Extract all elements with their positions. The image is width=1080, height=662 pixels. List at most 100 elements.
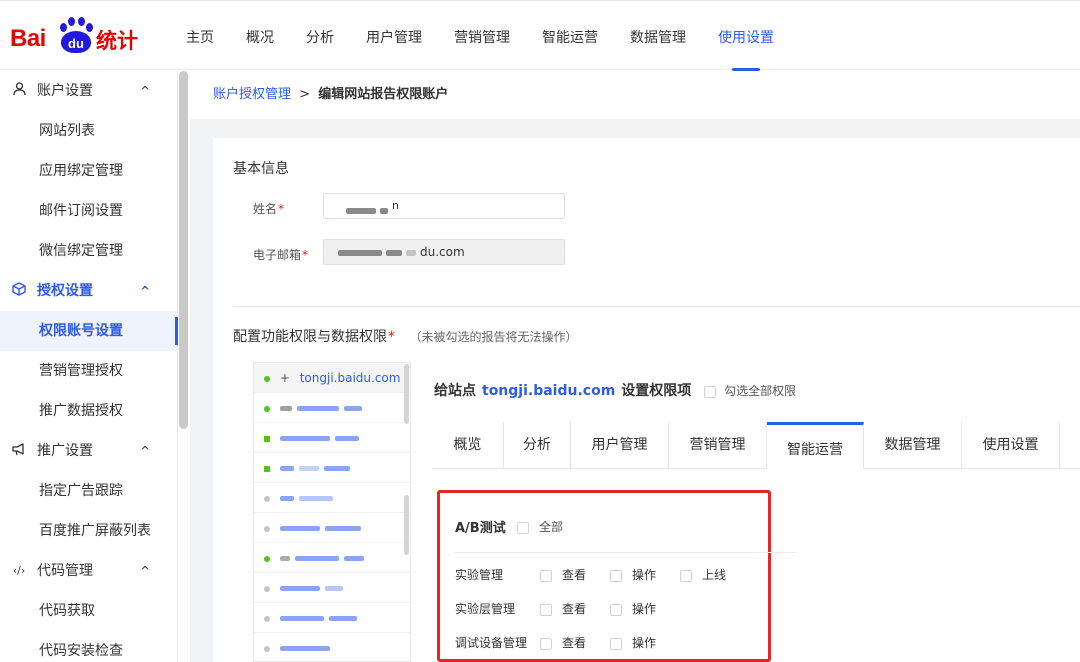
sidebar: 账户设置 ^ 网站列表 应用绑定管理 邮件订阅设置 微信绑定管理 授权设置 ^ … bbox=[0, 71, 178, 662]
site-list-item[interactable] bbox=[254, 483, 410, 513]
ab-test-section-title: A/B测试 bbox=[455, 521, 506, 536]
sidebar-group-promotion-settings[interactable]: 推广设置 ^ bbox=[0, 431, 177, 471]
checkbox[interactable] bbox=[540, 637, 552, 650]
perm-option-operate[interactable]: 操作 bbox=[610, 566, 656, 583]
ab-test-select-all[interactable]: 全部 bbox=[517, 518, 563, 535]
redacted-text bbox=[324, 586, 343, 591]
nav-settings[interactable]: 使用设置 bbox=[718, 1, 774, 71]
tab-analysis[interactable]: 分析 bbox=[504, 422, 571, 468]
checkbox[interactable] bbox=[610, 569, 622, 582]
tab-smart-operations[interactable]: 智能运营 bbox=[767, 422, 864, 469]
panel-prefix: 给站点 bbox=[434, 383, 476, 399]
status-dot-icon bbox=[264, 375, 270, 382]
redacted-text bbox=[380, 207, 388, 214]
check-all-permissions[interactable]: 勾选全部权限 bbox=[704, 384, 796, 398]
main-menu: 主页 概况 分析 用户管理 营销管理 智能运营 数据管理 使用设置 bbox=[186, 1, 806, 71]
checkbox[interactable] bbox=[680, 569, 692, 582]
nav-overview[interactable]: 概况 bbox=[246, 1, 274, 71]
perm-option-view[interactable]: 查看 bbox=[540, 634, 586, 651]
sidebar-item-app-binding[interactable]: 应用绑定管理 bbox=[0, 151, 177, 191]
redacted-text bbox=[346, 207, 376, 214]
status-dot-icon bbox=[264, 585, 270, 592]
sidebar-item-ad-tracking[interactable]: 指定广告跟踪 bbox=[0, 471, 177, 511]
perm-option-operate[interactable]: 操作 bbox=[610, 634, 656, 651]
chevron-up-icon: ^ bbox=[140, 284, 151, 298]
site-name: tongji.baidu.com bbox=[299, 371, 401, 385]
site-list-item[interactable] bbox=[254, 573, 410, 603]
breadcrumb-parent-link[interactable]: 账户授权管理 bbox=[213, 87, 291, 102]
sidebar-group-code-management[interactable]: ‹/› 代码管理 ^ bbox=[0, 551, 177, 591]
code-icon: ‹/› bbox=[12, 564, 26, 577]
sidebar-item-marketing-authorization[interactable]: 营销管理授权 bbox=[0, 351, 177, 391]
site-list-scrollbar[interactable] bbox=[404, 495, 409, 555]
tab-user-management[interactable]: 用户管理 bbox=[571, 422, 669, 468]
chevron-up-icon: ^ bbox=[140, 564, 151, 578]
site-list-item[interactable] bbox=[254, 393, 410, 423]
checkbox[interactable] bbox=[704, 385, 717, 398]
checkbox[interactable] bbox=[540, 569, 552, 582]
nav-analysis[interactable]: 分析 bbox=[306, 1, 334, 71]
sidebar-item-permission-accounts[interactable]: 权限账号设置 bbox=[0, 311, 178, 351]
status-dot-icon bbox=[264, 525, 270, 532]
sidebar-item-site-list[interactable]: 网站列表 bbox=[0, 111, 177, 151]
status-dot-icon bbox=[264, 495, 270, 502]
checkbox[interactable] bbox=[517, 521, 529, 534]
redacted-text bbox=[279, 556, 290, 561]
sidebar-group-label: 代码管理 bbox=[37, 563, 93, 579]
nav-marketing-management[interactable]: 营销管理 bbox=[454, 1, 510, 71]
expand-plus-icon[interactable]: + bbox=[280, 371, 290, 385]
redacted-text bbox=[298, 466, 319, 471]
perm-row-label-experiment-management: 实验管理 bbox=[455, 568, 504, 582]
site-list-item[interactable] bbox=[254, 543, 410, 573]
sidebar-item-code-install-check[interactable]: 代码安装检查 bbox=[0, 631, 177, 662]
tab-marketing-management[interactable]: 营销管理 bbox=[669, 422, 767, 468]
sidebar-item-wechat-binding[interactable]: 微信绑定管理 bbox=[0, 231, 177, 271]
redacted-text bbox=[343, 556, 364, 561]
site-list: + tongji.baidu.com bbox=[253, 362, 411, 662]
redacted-text bbox=[279, 436, 330, 441]
nav-smart-operations[interactable]: 智能运营 bbox=[542, 1, 598, 71]
checkbox[interactable] bbox=[540, 603, 552, 616]
nav-user-management[interactable]: 用户管理 bbox=[366, 1, 422, 71]
perm-option-view[interactable]: 查看 bbox=[540, 600, 586, 617]
sidebar-scrollbar[interactable] bbox=[179, 71, 188, 429]
perm-option-view[interactable]: 查看 bbox=[540, 566, 586, 583]
tab-data-management[interactable]: 数据管理 bbox=[864, 422, 962, 468]
status-dot-icon bbox=[264, 645, 270, 652]
sidebar-item-get-code[interactable]: 代码获取 bbox=[0, 591, 177, 631]
redacted-text bbox=[279, 616, 324, 621]
sidebar-item-promotion-block-list[interactable]: 百度推广屏蔽列表 bbox=[0, 511, 177, 551]
site-list-item[interactable] bbox=[254, 513, 410, 543]
tab-overview[interactable]: 概览 bbox=[432, 422, 504, 468]
breadcrumb-separator: > bbox=[299, 87, 311, 102]
sidebar-item-promotion-data-authorization[interactable]: 推广数据授权 bbox=[0, 391, 177, 431]
site-list-item[interactable] bbox=[254, 603, 410, 633]
site-list-item[interactable]: + tongji.baidu.com bbox=[254, 363, 410, 393]
site-list-item[interactable] bbox=[254, 453, 410, 483]
nav-data-management[interactable]: 数据管理 bbox=[630, 1, 686, 71]
logo-bai-text: Bai bbox=[10, 25, 46, 52]
redacted-text bbox=[334, 436, 359, 441]
checkbox[interactable] bbox=[610, 603, 622, 616]
site-list-scrollbar[interactable] bbox=[404, 364, 409, 424]
nav-home[interactable]: 主页 bbox=[186, 1, 214, 71]
perm-row-label-experiment-layer: 实验层管理 bbox=[455, 602, 516, 616]
redacted-text bbox=[386, 249, 402, 256]
perm-option-go-live[interactable]: 上线 bbox=[680, 566, 726, 583]
breadcrumb-current: 编辑网站报告权限账户 bbox=[318, 87, 449, 102]
logo-tongji-text: 统计 bbox=[96, 29, 138, 53]
redacted-text bbox=[298, 496, 333, 501]
redacted-text bbox=[294, 556, 339, 561]
redacted-text bbox=[279, 496, 294, 501]
name-field[interactable]: n bbox=[323, 193, 565, 219]
perm-option-operate[interactable]: 操作 bbox=[610, 600, 656, 617]
site-list-item[interactable] bbox=[254, 633, 410, 661]
sidebar-group-authorization-settings[interactable]: 授权设置 ^ bbox=[0, 271, 177, 311]
checkbox[interactable] bbox=[610, 637, 622, 650]
site-list-item[interactable] bbox=[254, 423, 410, 453]
sidebar-group-label: 账户设置 bbox=[37, 83, 93, 99]
tab-usage-settings[interactable]: 使用设置 bbox=[962, 422, 1060, 468]
redacted-text bbox=[296, 406, 339, 411]
sidebar-item-email-subscription[interactable]: 邮件订阅设置 bbox=[0, 191, 177, 231]
sidebar-group-account-settings[interactable]: 账户设置 ^ bbox=[0, 71, 177, 111]
